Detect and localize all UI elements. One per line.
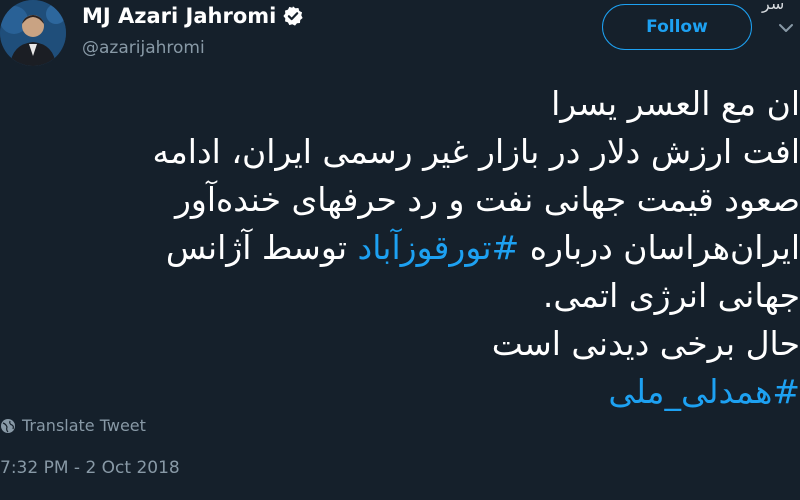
tweet-line: افت ارزش دلار در بازار غیر رسمی ایران، ا…	[152, 132, 800, 171]
tweet-line: صعود قیمت جهانی نفت و رد حرفهای خنده‌آور	[174, 180, 800, 219]
tweet-text-segment: توسط آژانس	[165, 228, 358, 267]
hashtag-link[interactable]: #تورقوزآباد	[358, 228, 520, 267]
caret-down-icon[interactable]	[776, 18, 796, 38]
avatar[interactable]	[0, 0, 66, 66]
tweet-timestamp[interactable]: 7:32 PM - 2 Oct 2018	[0, 458, 180, 478]
tweet-line: جهانی انرژی اتمی.	[542, 276, 800, 315]
tweet-line-with-hashtag: ایران‌هراسان درباره #تورقوزآباد توسط آژا…	[10, 224, 800, 272]
translate-label[interactable]: Translate Tweet	[22, 416, 146, 435]
avatar-image	[0, 0, 66, 66]
corner-text: سر	[762, 0, 785, 13]
tweet-text: ان مع العسر يسرا افت ارزش دلار در بازار …	[10, 80, 800, 416]
tweet-line: حال برخی دیدنی است	[491, 324, 800, 363]
globe-icon	[1, 418, 15, 433]
translate-tweet-link[interactable]: Translate Tweet	[0, 416, 146, 435]
display-name-row[interactable]: MJ Azari Jahromi	[82, 4, 304, 28]
follow-button[interactable]: Follow	[602, 4, 752, 50]
display-name[interactable]: MJ Azari Jahromi	[82, 4, 276, 28]
verified-badge-icon	[283, 6, 303, 26]
tweet-line: ان مع العسر يسرا	[551, 84, 800, 123]
hashtag-link[interactable]: #همدلی_ملی	[10, 368, 800, 416]
user-handle[interactable]: @azarijahromi	[82, 38, 205, 58]
tweet-text-segment: ایران‌هراسان درباره	[519, 228, 800, 267]
